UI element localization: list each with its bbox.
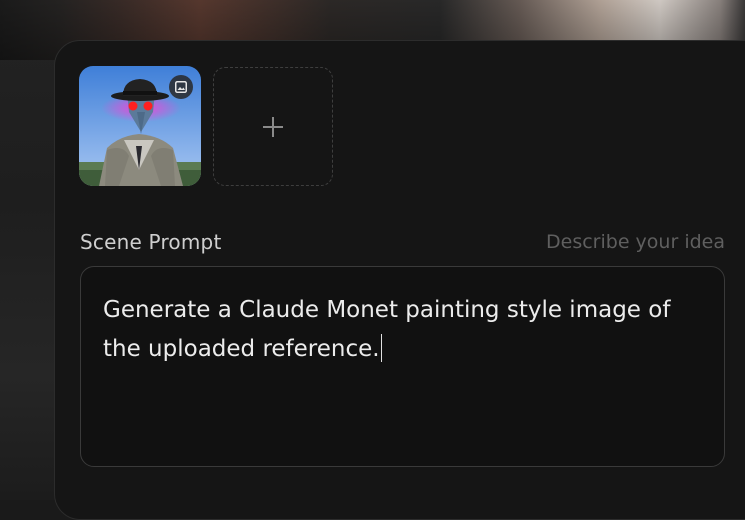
background-left: [0, 0, 60, 500]
scene-prompt-input[interactable]: Generate a Claude Monet painting style i…: [80, 266, 725, 467]
plus-icon: [263, 116, 283, 137]
reference-thumbnail[interactable]: [79, 66, 201, 186]
text-caret: [380, 334, 383, 362]
add-reference-button[interactable]: [213, 67, 333, 186]
scene-prompt-text: Generate a Claude Monet painting style i…: [103, 297, 671, 362]
image-icon: [169, 75, 193, 99]
scene-prompt-label: Scene Prompt: [80, 230, 222, 254]
scene-prompt-hint: Describe your idea: [546, 231, 725, 253]
